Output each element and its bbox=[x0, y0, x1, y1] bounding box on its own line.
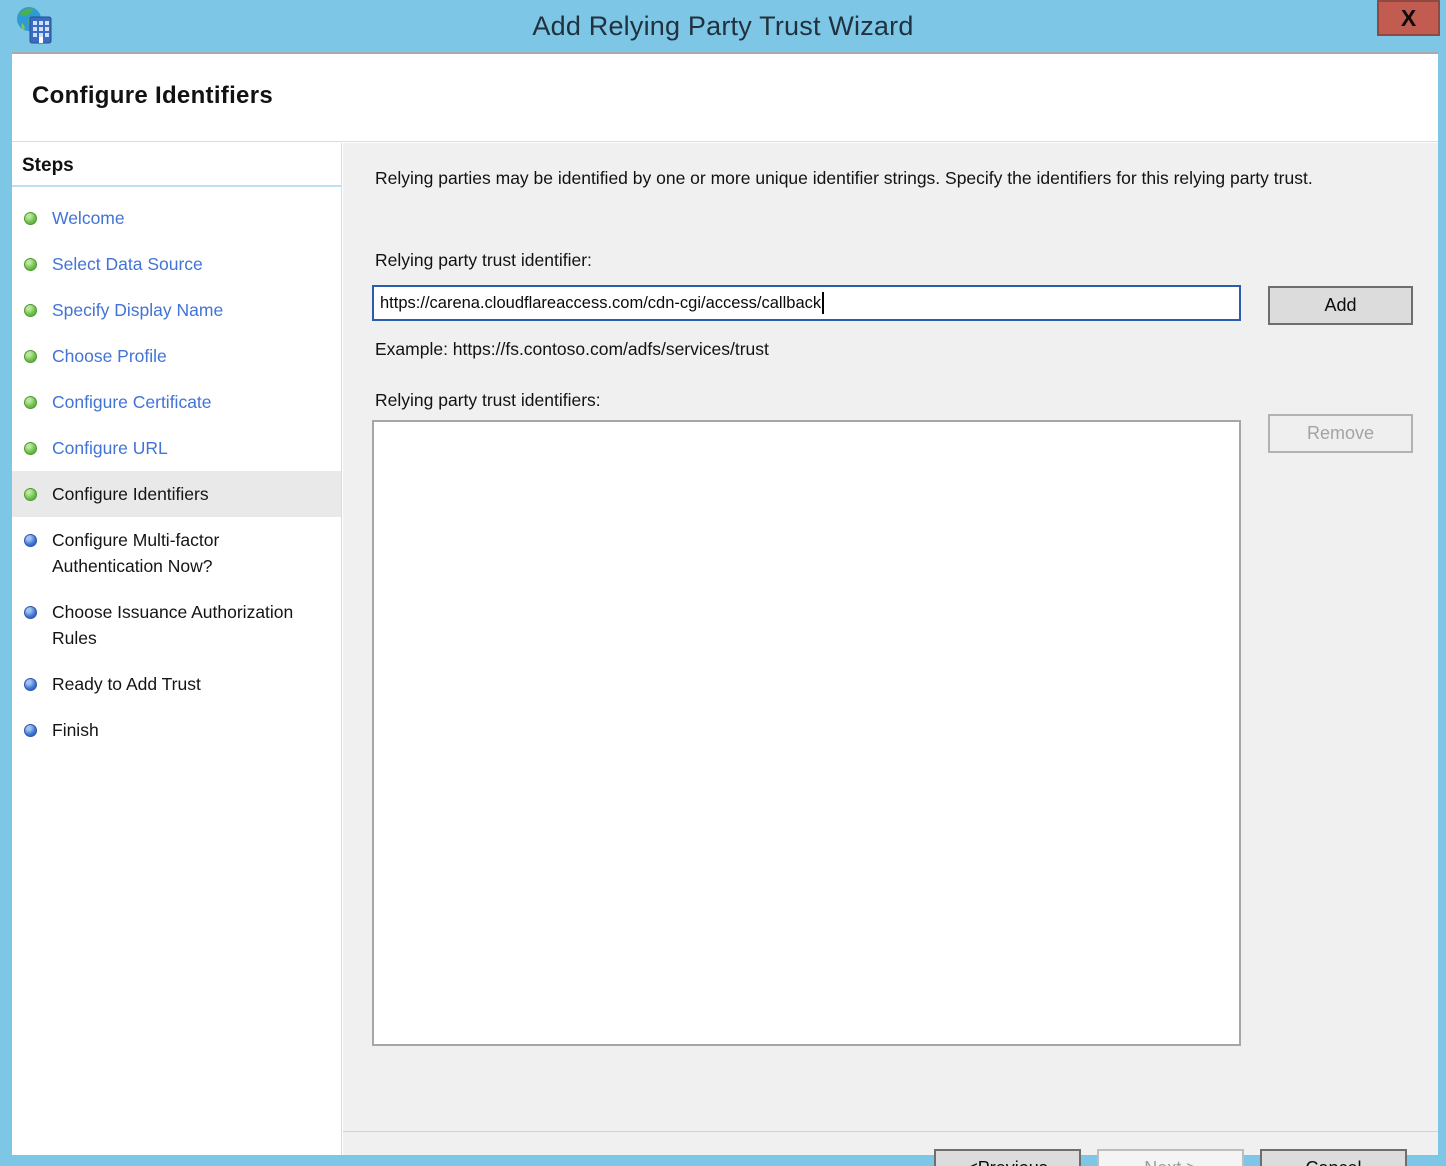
wizard-window: Add Relying Party Trust Wizard X Configu… bbox=[0, 0, 1446, 1166]
window-title: Add Relying Party Trust Wizard bbox=[0, 0, 1446, 52]
step-done-dot-icon bbox=[24, 442, 37, 455]
step-label: Choose Profile bbox=[52, 343, 167, 369]
step-done-dot-icon bbox=[24, 488, 37, 501]
step-label: Specify Display Name bbox=[52, 297, 223, 323]
cancel-button[interactable]: Cancel bbox=[1260, 1149, 1407, 1166]
step-label: Select Data Source bbox=[52, 251, 203, 277]
identifier-field-label: Relying party trust identifier: bbox=[375, 250, 592, 271]
step-upcoming-dot-icon bbox=[24, 534, 37, 547]
footer-buttons: < Previous Next > Cancel bbox=[934, 1149, 1407, 1166]
step-welcome[interactable]: Welcome bbox=[12, 195, 341, 241]
step-configure-certificate[interactable]: Configure Certificate bbox=[12, 379, 341, 425]
step-done-dot-icon bbox=[24, 396, 37, 409]
page-header: Configure Identifiers bbox=[12, 54, 1438, 142]
previous-button-prefix: < bbox=[967, 1158, 978, 1166]
step-finish: Finish bbox=[12, 707, 341, 753]
step-specify-display-name[interactable]: Specify Display Name bbox=[12, 287, 341, 333]
step-label: Configure URL bbox=[52, 435, 168, 461]
next-button: Next > bbox=[1097, 1149, 1244, 1166]
previous-button-accesskey: P bbox=[978, 1158, 990, 1166]
previous-button-rest: revious bbox=[990, 1158, 1048, 1166]
example-text: Example: https://fs.contoso.com/adfs/ser… bbox=[375, 339, 769, 360]
step-choose-profile[interactable]: Choose Profile bbox=[12, 333, 341, 379]
identifiers-list-label: Relying party trust identifiers: bbox=[375, 390, 601, 411]
step-upcoming-dot-icon bbox=[24, 678, 37, 691]
step-label: Configure Certificate bbox=[52, 389, 212, 415]
step-done-dot-icon bbox=[24, 350, 37, 363]
step-done-dot-icon bbox=[24, 258, 37, 271]
main-panel: Relying parties may be identified by one… bbox=[343, 143, 1438, 1155]
text-cursor bbox=[822, 292, 824, 314]
step-configure-identifiers: Configure Identifiers bbox=[12, 471, 341, 517]
step-configure-multifactor: Configure Multi-factor Authentication No… bbox=[12, 517, 341, 589]
step-label: Configure Multi-factor Authentication No… bbox=[52, 527, 302, 579]
step-configure-url[interactable]: Configure URL bbox=[12, 425, 341, 471]
steps-sidebar: Steps Welcome Select Data Source Specify… bbox=[12, 143, 342, 1155]
step-label: Choose Issuance Authorization Rules bbox=[52, 599, 302, 651]
step-upcoming-dot-icon bbox=[24, 724, 37, 737]
step-upcoming-dot-icon bbox=[24, 606, 37, 619]
next-button-rest: ext > bbox=[1157, 1158, 1197, 1166]
identifier-input[interactable]: https://carena.cloudflareaccess.com/cdn-… bbox=[372, 285, 1241, 321]
step-label: Welcome bbox=[52, 205, 125, 231]
previous-button[interactable]: < Previous bbox=[934, 1149, 1081, 1166]
add-button[interactable]: Add bbox=[1268, 286, 1413, 325]
step-ready-to-add-trust: Ready to Add Trust bbox=[12, 661, 341, 707]
step-choose-issuance-rules: Choose Issuance Authorization Rules bbox=[12, 589, 341, 661]
footer-separator bbox=[343, 1131, 1438, 1132]
step-label: Ready to Add Trust bbox=[52, 671, 201, 697]
next-button-accesskey: N bbox=[1144, 1158, 1157, 1166]
window-body: Configure Identifiers Steps Welcome Sele… bbox=[12, 52, 1438, 1155]
identifiers-listbox[interactable] bbox=[372, 420, 1241, 1046]
title-bar: Add Relying Party Trust Wizard X bbox=[0, 0, 1446, 52]
close-button[interactable]: X bbox=[1377, 0, 1440, 36]
step-label: Configure Identifiers bbox=[52, 481, 209, 507]
step-done-dot-icon bbox=[24, 212, 37, 225]
step-done-dot-icon bbox=[24, 304, 37, 317]
intro-text: Relying parties may be identified by one… bbox=[375, 165, 1397, 192]
remove-button[interactable]: Remove bbox=[1268, 414, 1413, 453]
identifier-input-value: https://carena.cloudflareaccess.com/cdn-… bbox=[380, 294, 821, 313]
step-select-data-source[interactable]: Select Data Source bbox=[12, 241, 341, 287]
steps-list: Welcome Select Data Source Specify Displ… bbox=[12, 187, 341, 753]
page-title: Configure Identifiers bbox=[32, 82, 273, 110]
steps-heading: Steps bbox=[12, 143, 341, 187]
step-label: Finish bbox=[52, 717, 99, 743]
